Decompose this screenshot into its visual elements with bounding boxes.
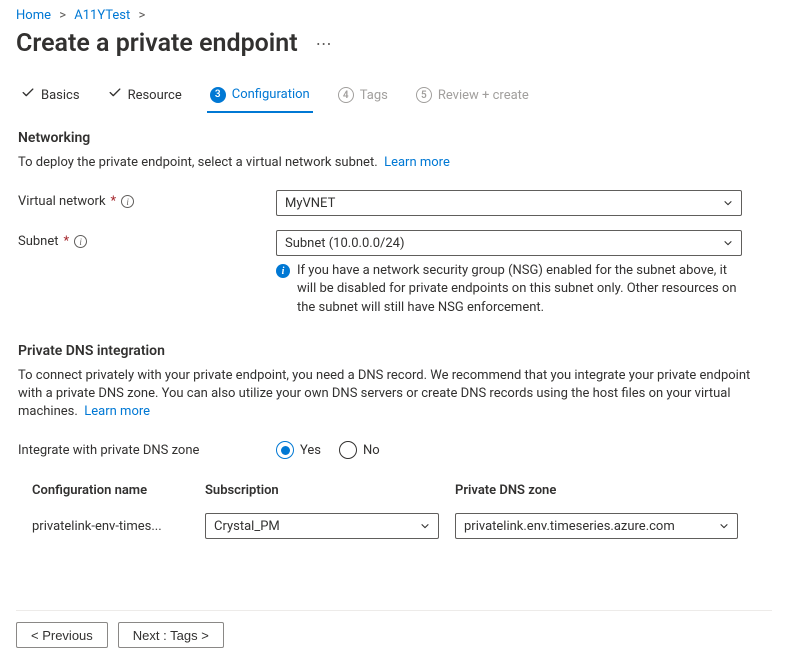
next-button[interactable]: Next : Tags > xyxy=(118,622,224,648)
tab-label: Basics xyxy=(41,88,80,103)
tab-label: Review + create xyxy=(438,88,529,103)
select-value: privatelink.env.timeseries.azure.com xyxy=(464,519,675,534)
label-text: Subnet xyxy=(18,234,59,249)
breadcrumb-a11ytest[interactable]: A11YTest xyxy=(74,8,130,23)
cell-config-name: privatelink-env-times... xyxy=(32,519,205,534)
col-header-private-dns-zone: Private DNS zone xyxy=(455,483,738,498)
step-number-icon: 5 xyxy=(416,87,432,103)
label-text: Integrate with private DNS zone xyxy=(18,443,199,458)
breadcrumb-separator: > xyxy=(59,8,66,23)
subscription-select[interactable]: Crystal_PM xyxy=(205,513,439,539)
check-icon xyxy=(21,86,35,104)
tab-label: Resource xyxy=(128,88,182,103)
tab-tags[interactable]: 4 Tags xyxy=(335,80,391,112)
radio-label: Yes xyxy=(300,443,321,458)
networking-heading: Networking xyxy=(18,130,770,146)
radio-label: No xyxy=(363,443,380,458)
wizard-tabs: Basics Resource 3 Configuration 4 Tags 5… xyxy=(0,80,788,112)
title-row: Create a private endpoint ⋯ xyxy=(0,27,788,80)
dns-config-table: Configuration name Subscription Private … xyxy=(32,479,738,544)
radio-yes[interactable]: Yes xyxy=(276,441,321,459)
subnet-select[interactable]: Subnet (10.0.0.0/24) xyxy=(276,230,742,256)
integrate-dns-row: Integrate with private DNS zone Yes No xyxy=(18,439,770,459)
radio-no[interactable]: No xyxy=(339,441,380,459)
previous-button[interactable]: < Previous xyxy=(16,622,108,648)
virtual-network-label: Virtual network * i xyxy=(18,190,276,209)
radio-dot-icon xyxy=(339,441,357,459)
networking-description: To deploy the private endpoint, select a… xyxy=(18,154,770,172)
tab-resource[interactable]: Resource xyxy=(105,80,185,112)
select-value: MyVNET xyxy=(285,196,335,211)
nsg-note: i If you have a network security group (… xyxy=(276,262,742,317)
select-value: Crystal_PM xyxy=(214,519,280,534)
dns-table-header: Configuration name Subscription Private … xyxy=(32,479,738,508)
dns-learn-more-link[interactable]: Learn more xyxy=(84,404,150,419)
tab-configuration[interactable]: 3 Configuration xyxy=(207,80,313,113)
chevron-down-icon xyxy=(719,521,729,531)
networking-learn-more-link[interactable]: Learn more xyxy=(384,155,450,170)
chevron-down-icon xyxy=(723,238,733,248)
step-number-icon: 3 xyxy=(210,87,226,103)
label-text: Virtual network xyxy=(18,194,106,209)
networking-desc-text: To deploy the private endpoint, select a… xyxy=(18,155,378,170)
chevron-down-icon xyxy=(723,198,733,208)
col-header-subscription: Subscription xyxy=(205,483,455,498)
breadcrumb: Home > A11YTest > xyxy=(0,0,788,27)
radio-dot-icon xyxy=(276,441,294,459)
info-icon: i xyxy=(276,264,290,278)
required-indicator: * xyxy=(111,194,117,209)
dns-heading: Private DNS integration xyxy=(18,343,770,359)
tab-label: Tags xyxy=(360,88,388,103)
select-value: Subnet (10.0.0.0/24) xyxy=(285,236,405,251)
virtual-network-row: Virtual network * i MyVNET xyxy=(18,190,770,216)
info-icon[interactable]: i xyxy=(74,235,87,248)
breadcrumb-home[interactable]: Home xyxy=(16,8,51,23)
virtual-network-select[interactable]: MyVNET xyxy=(276,190,742,216)
nsg-note-text: If you have a network security group (NS… xyxy=(297,262,742,317)
info-icon[interactable]: i xyxy=(121,195,134,208)
breadcrumb-separator: > xyxy=(139,8,146,23)
col-header-config-name: Configuration name xyxy=(32,483,205,498)
tab-label: Configuration xyxy=(232,87,310,102)
subnet-label: Subnet * i xyxy=(18,230,276,249)
check-icon xyxy=(108,86,122,104)
dns-description: To connect privately with your private e… xyxy=(18,367,770,422)
tab-review-create[interactable]: 5 Review + create xyxy=(413,80,532,112)
dns-table-row: privatelink-env-times... Crystal_PM priv… xyxy=(32,508,738,544)
private-dns-zone-select[interactable]: privatelink.env.timeseries.azure.com xyxy=(455,513,738,539)
page-title: Create a private endpoint xyxy=(16,29,298,58)
wizard-footer: < Previous Next : Tags > xyxy=(16,610,772,648)
integrate-dns-label: Integrate with private DNS zone xyxy=(18,439,276,458)
step-number-icon: 4 xyxy=(338,87,354,103)
tab-basics[interactable]: Basics xyxy=(18,80,83,112)
chevron-down-icon xyxy=(420,521,430,531)
required-indicator: * xyxy=(64,234,70,249)
subnet-row: Subnet * i Subnet (10.0.0.0/24) i If you… xyxy=(18,230,770,317)
integrate-dns-radio-group: Yes No xyxy=(276,439,742,459)
content-area: Networking To deploy the private endpoin… xyxy=(0,112,788,544)
overflow-menu-icon[interactable]: ⋯ xyxy=(316,34,333,53)
